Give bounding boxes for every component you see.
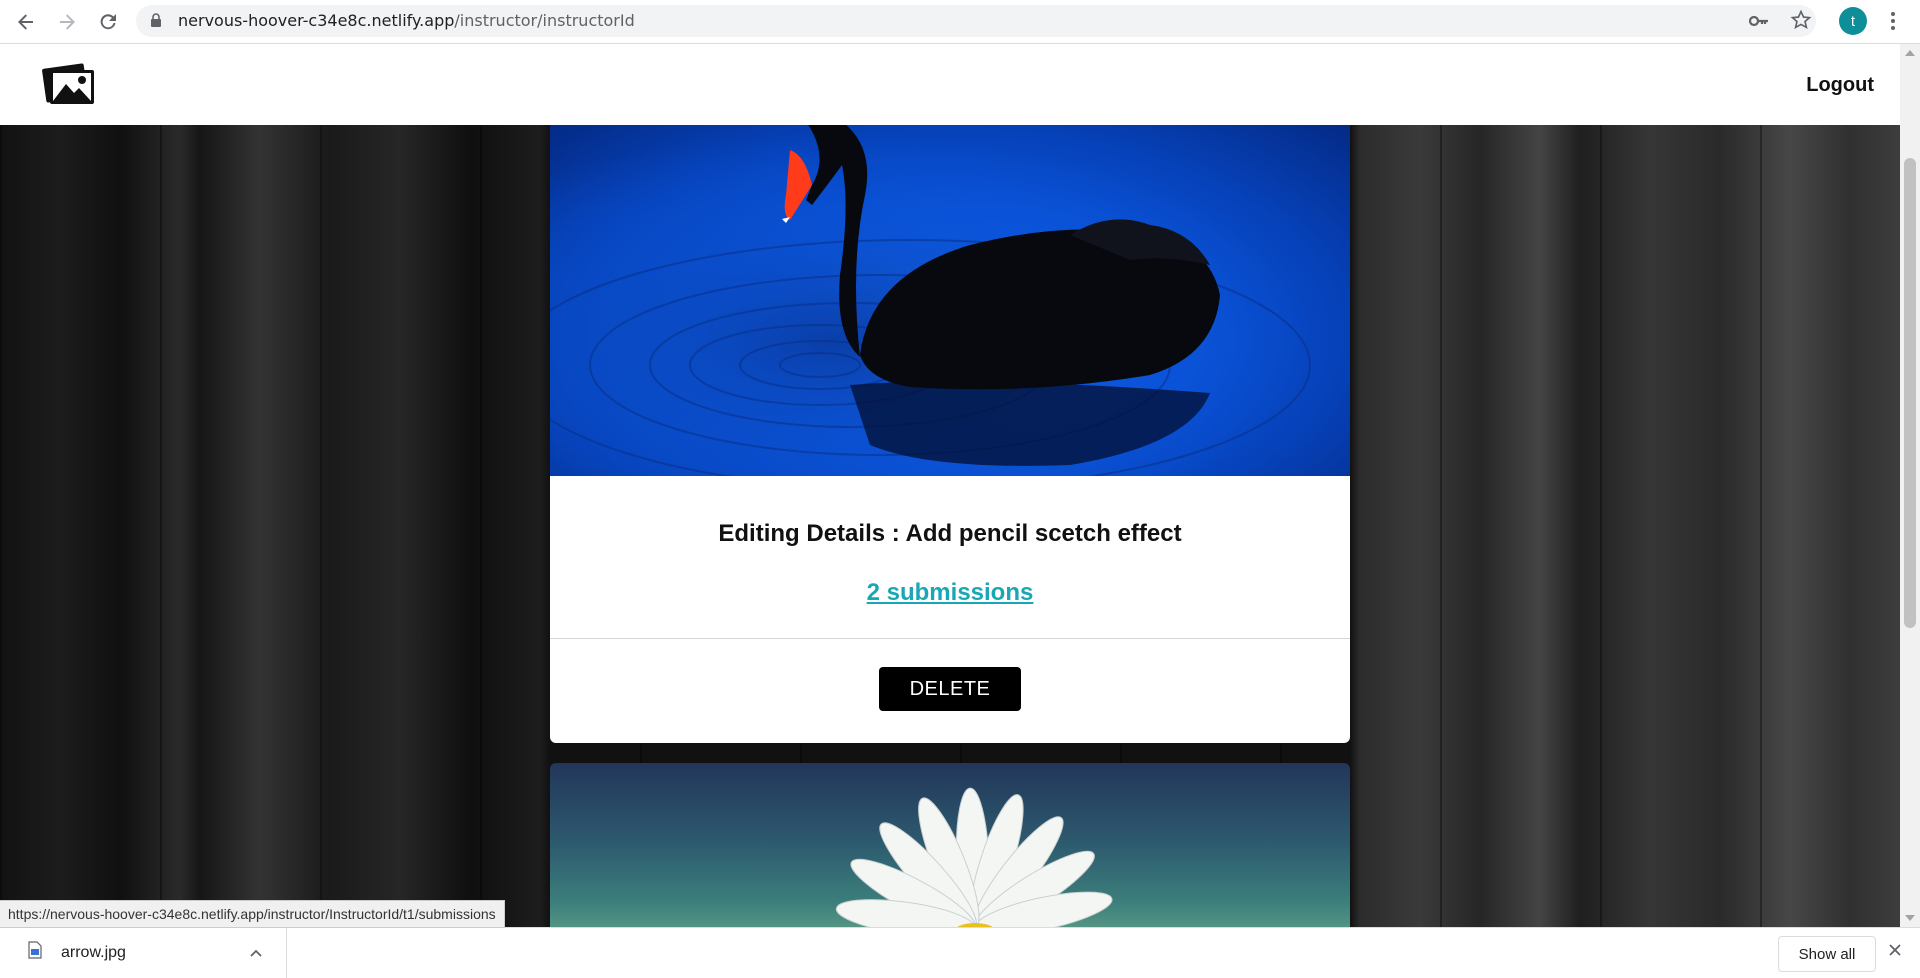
avatar-letter: t [1850,12,1856,30]
assignment-card: Editing Details : Add pencil scetch effe… [550,44,1350,743]
logout-link[interactable]: Logout [1806,74,1874,97]
browser-toolbar: nervous-hoover-c34e8c.netlify.app/instru… [0,0,1920,44]
gallery-logo-icon[interactable] [42,60,96,113]
show-all-button[interactable]: Show all [1778,936,1876,972]
status-bar-url: https://nervous-hoover-c34e8c.netlify.ap… [0,900,505,928]
url-path: /instructor/instructorId [454,11,635,30]
file-icon [28,941,42,964]
assignment-title: Editing Details : Add pencil scetch effe… [718,520,1182,547]
lock-icon[interactable] [150,13,162,32]
url-host: nervous-hoover-c34e8c.netlify.app [178,11,455,30]
card-image-daisy [835,787,1113,927]
close-icon[interactable] [1888,940,1902,963]
site-header: Logout [0,44,1900,125]
chevron-up-icon[interactable] [250,944,262,960]
card-image-black-swan [550,125,1350,476]
submissions-link[interactable]: 2 submissions [550,579,1350,607]
scroll-up-arrow[interactable] [1905,50,1915,56]
key-icon[interactable] [1748,10,1770,37]
card-divider [550,638,1350,639]
back-icon[interactable] [12,8,40,36]
page-scrollbar[interactable] [1900,44,1920,927]
reload-icon[interactable] [94,8,122,36]
profile-avatar[interactable]: t [1839,7,1867,35]
forward-icon[interactable] [53,8,81,36]
url-text[interactable]: nervous-hoover-c34e8c.netlify.app/instru… [178,11,635,30]
download-item[interactable]: arrow.jpg [0,928,287,978]
assignment-card-next [550,763,1350,927]
page-viewport: Logout Editing Details: Add pencil scet… [0,44,1900,927]
delete-button[interactable]: DELETE [879,667,1021,711]
star-icon[interactable] [1790,9,1812,36]
scroll-thumb[interactable] [1904,158,1916,628]
more-menu-icon[interactable] [1886,8,1900,34]
download-bar: arrow.jpg Show all [0,927,1920,978]
scroll-down-arrow[interactable] [1905,915,1915,921]
card-body: Editing Details : Add pencil scetch effe… [550,476,1350,743]
download-file-name: arrow.jpg [61,944,126,961]
